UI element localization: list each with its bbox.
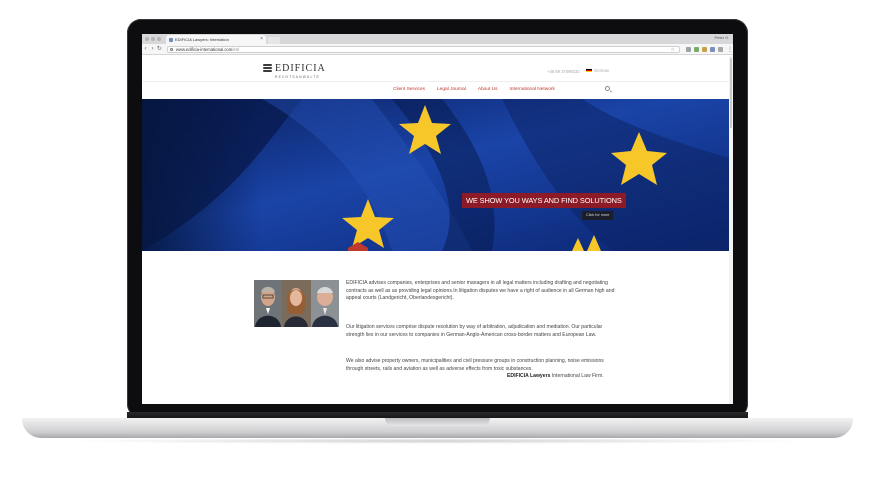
nav-item-international-network[interactable]: International Network [510,87,555,92]
laptop-screen: EDIFICIA Lawyers: Internation × Peter S.… [142,34,733,404]
extension-icon[interactable] [685,46,691,52]
phone-number[interactable]: +49 89 37099230 [547,69,580,74]
page-info-icon[interactable] [169,47,173,51]
team-photo [254,280,339,327]
window-minimize-button[interactable] [151,37,155,41]
browser-menu-icon[interactable]: ⋮ [727,46,733,53]
site-logo[interactable]: EDIFICIA RECHTSANWÄLTE [263,63,326,79]
header-divider [142,81,733,82]
logo-mark-icon [263,64,272,73]
german-flag-icon [586,68,592,73]
laptop-mockup: EDIFICIA Lawyers: Internation × Peter S.… [0,0,875,480]
hero-slogan: WE SHOW YOU WAYS AND FIND SOLUTIONS [462,193,626,208]
extension-icon[interactable] [709,46,715,52]
nav-item-legal-journal[interactable]: Legal Journal [437,87,466,92]
new-tab-button[interactable] [268,37,280,44]
browser-tab-bar: EDIFICIA Lawyers: Internation × Peter S. [142,34,733,44]
page-scrollbar[interactable] [729,56,733,404]
back-arrow-icon[interactable]: ‹ [142,44,149,55]
signature-firm-name: EDIFICIA Lawyers [507,373,551,379]
url-host: www.edificia-international.com [175,46,233,52]
webpage: EDIFICIA RECHTSANWÄLTE +49 89 37099230 G… [142,56,733,404]
firm-signature: EDIFICIA Lawyers International Law Firm. [507,373,604,379]
tab-title: EDIFICIA Lawyers: Internation [175,37,229,42]
extension-icon[interactable] [717,46,723,52]
search-icon[interactable] [605,86,610,91]
profile-button[interactable]: Peter S. [715,35,729,40]
eu-flag-image [142,99,733,251]
advisory-paragraph: We also advise property owners, municipa… [346,358,604,372]
language-label: German [594,68,610,73]
main-nav: Client Services Legal Journal About Us I… [393,87,555,92]
brand-subtitle: RECHTSANWÄLTE [275,75,320,79]
nav-item-client-services[interactable]: Client Services [393,87,425,92]
extensions-area [685,46,723,52]
scrollbar-thumb[interactable] [730,58,732,128]
reload-icon[interactable]: ↻ [156,44,163,55]
bookmark-star-icon[interactable]: ☆ [671,47,675,53]
url-path: /en/ [232,46,240,52]
forward-arrow-icon[interactable]: › [149,44,156,55]
window-maximize-button[interactable] [157,37,161,41]
main-content: EDIFICIA advises companies, enterprises … [142,251,733,404]
window-controls [145,37,161,41]
language-switch[interactable]: German [586,68,609,73]
extension-icon[interactable] [701,46,707,52]
window-close-button[interactable] [145,37,149,41]
laptop-shadow [60,438,815,444]
brand-name: EDIFICIA [275,63,326,74]
laptop-base-notch [385,418,490,426]
tab-close-icon[interactable]: × [260,35,263,44]
signature-firm-type: International Law Firm. [550,373,604,379]
hero-banner: WE SHOW YOU WAYS AND FIND SOLUTIONS Clic… [142,99,733,251]
extension-icon[interactable] [693,46,699,52]
browser-toolbar: ‹ › ↻ www.edificia-international.com/en/… [142,44,733,55]
intro-paragraph: EDIFICIA advises companies, enterprises … [346,280,615,302]
litigation-paragraph: Our litigation services comprise dispute… [346,324,603,338]
nav-item-about-us[interactable]: About Us [478,87,498,92]
click-for-more-button[interactable]: Click for more [582,211,614,220]
browser-tab[interactable]: EDIFICIA Lawyers: Internation × [166,35,266,44]
address-bar[interactable]: www.edificia-international.com/en/ ☆ [166,45,680,53]
favicon-icon [169,37,173,42]
